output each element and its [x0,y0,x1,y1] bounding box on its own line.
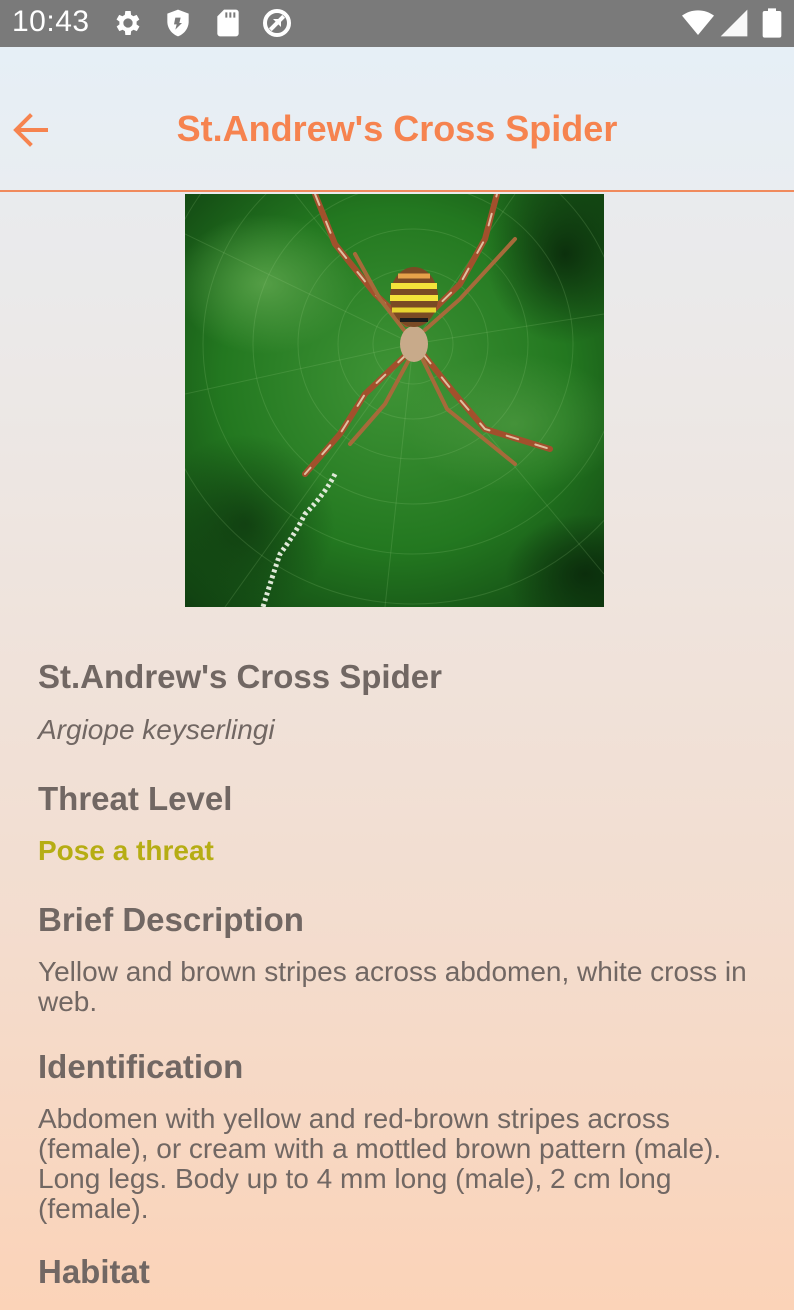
page-title: St.Andrew's Cross Spider [176,108,618,149]
identification-text: Abdomen with yellow and red-brown stripe… [38,1103,722,1224]
brief-description-heading: Brief Description [38,901,304,938]
spider-scientific-name: Argiope keyserlingi [38,714,275,745]
habitat-heading: Habitat [38,1253,150,1290]
battery-icon [762,8,782,38]
gear-icon [116,11,140,35]
brief-description-text: Yellow and brown stripes across abdomen,… [38,956,747,1017]
sd-card-icon [217,9,239,37]
status-bar: 10:43 [0,0,794,47]
spider-photo [185,194,604,607]
signal-icon [720,9,748,37]
sync-icon [263,9,291,37]
spider-common-name: St.Andrew's Cross Spider [38,658,442,695]
identification-heading: Identification [38,1048,244,1085]
threat-level-value: Pose a threat [38,835,214,866]
app-toolbar: St.Andrew's Cross Spider [0,47,794,192]
shield-icon [167,9,189,37]
spider-illustration [185,194,604,607]
wifi-icon [682,10,714,36]
status-time: 10:43 [12,5,90,38]
spider-details: St.Andrew's Cross Spider Argiope keyserl… [38,655,758,1294]
threat-level-heading: Threat Level [38,780,233,817]
